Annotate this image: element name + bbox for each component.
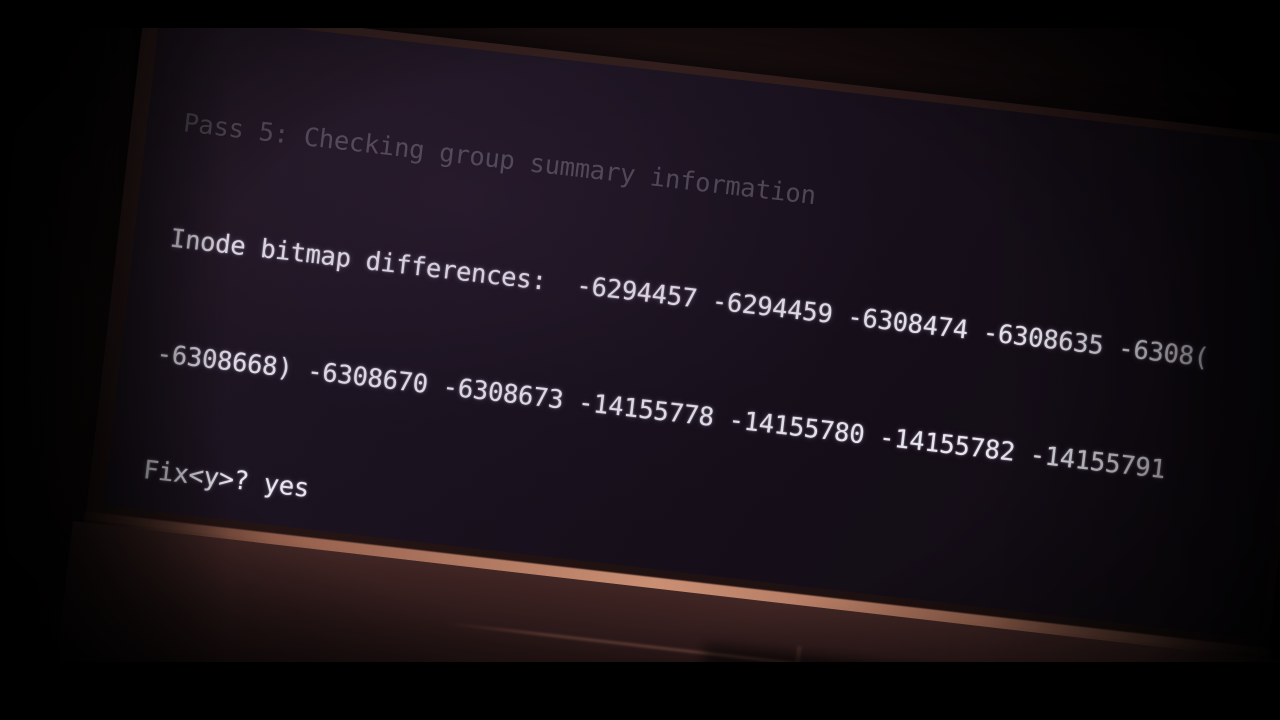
photo-of-laptop-screen: Pass 5: Checking group summary informati… (0, 0, 1280, 720)
laptop: Pass 5: Checking group summary informati… (11, 0, 1280, 720)
